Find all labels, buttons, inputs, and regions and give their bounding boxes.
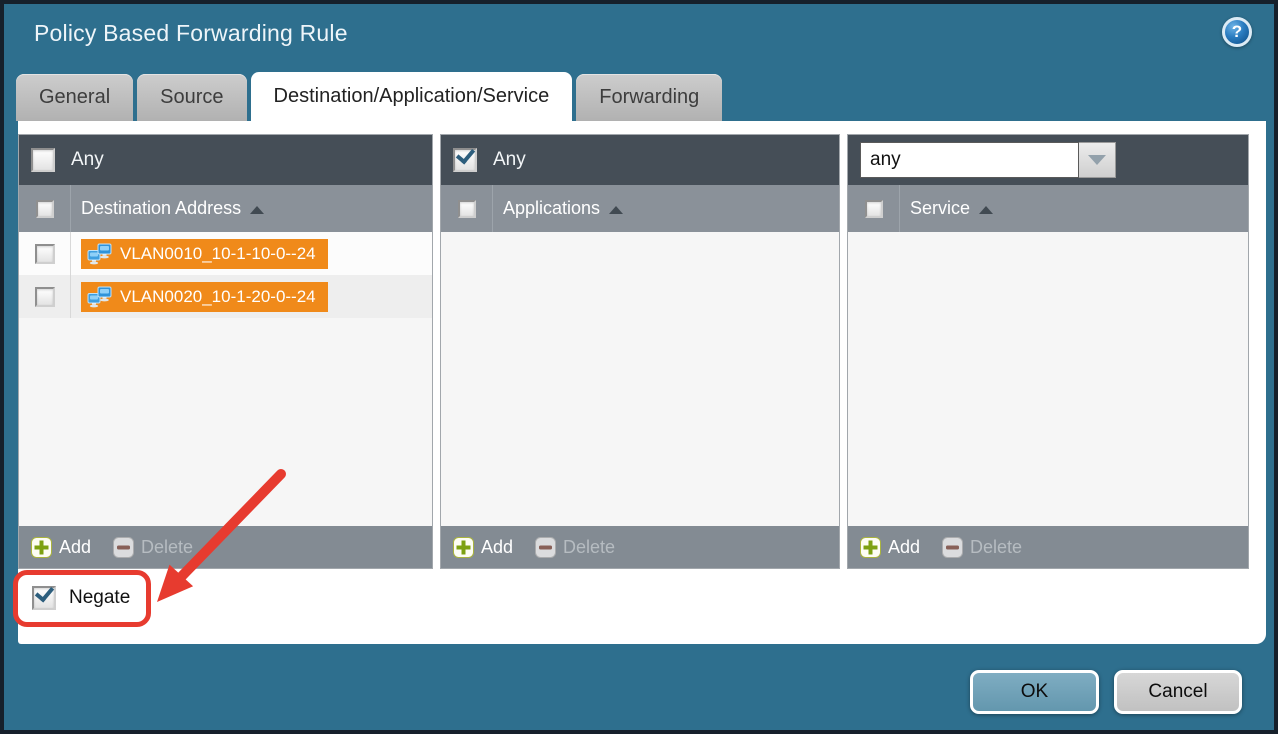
destination-row[interactable]: VLAN0010_10-1-10-0--24 [19,232,432,275]
service-dropdown-value[interactable]: any [860,142,1079,178]
tab-forwarding[interactable]: Forwarding [576,74,722,121]
tab-destination-application-service[interactable]: Destination/Application/Service [251,72,573,121]
destination-delete-button[interactable]: Delete [113,537,193,558]
applications-any-checkbox[interactable] [453,148,477,172]
delete-minus-icon [942,537,963,558]
service-delete-button[interactable]: Delete [942,537,1022,558]
service-panel: any Service [847,134,1249,569]
ok-button[interactable]: OK [970,670,1099,714]
service-list [848,232,1248,526]
tab-general[interactable]: General [16,74,133,121]
pbf-rule-dialog: Policy Based Forwarding Rule General Sou… [0,0,1278,734]
cancel-button[interactable]: Cancel [1114,670,1242,714]
applications-delete-button[interactable]: Delete [535,537,615,558]
sort-ascending-icon [979,206,993,214]
negate-label: Negate [69,587,130,609]
tab-bar: General Source Destination/Application/S… [16,72,722,121]
add-plus-icon [860,537,881,558]
destination-row-checkbox[interactable] [35,244,55,264]
delete-minus-icon [113,537,134,558]
negate-checkbox[interactable] [32,586,56,610]
destination-panel: Any Destination Address [18,134,433,569]
applications-column-header[interactable]: Applications [493,198,623,219]
help-icon[interactable] [1222,17,1252,47]
destination-any-label: Any [71,149,104,171]
delete-minus-icon [535,537,556,558]
destination-address-entry[interactable]: VLAN0010_10-1-10-0--24 [81,239,328,269]
destination-any-checkbox[interactable] [31,148,55,172]
destination-address-entry[interactable]: VLAN0020_10-1-20-0--24 [81,282,328,312]
address-group-icon [87,285,112,308]
destination-add-button[interactable]: Add [31,537,91,558]
service-select-all-checkbox[interactable] [865,200,883,218]
destination-row-checkbox[interactable] [35,287,55,307]
applications-list [441,232,839,526]
applications-panel: Any Applications A [440,134,840,569]
dialog-title: Policy Based Forwarding Rule [34,20,348,47]
destination-list: VLAN0010_10-1-10-0--24 [19,232,432,526]
tab-content-panel: Any Destination Address [18,121,1266,644]
tab-source[interactable]: Source [137,74,246,121]
service-add-button[interactable]: Add [860,537,920,558]
service-dropdown[interactable]: any [860,142,1116,178]
service-dropdown-button[interactable] [1079,142,1116,178]
chevron-down-icon [1088,155,1106,165]
applications-any-label: Any [493,149,526,171]
applications-select-all-checkbox[interactable] [458,200,476,218]
sort-ascending-icon [609,206,623,214]
add-plus-icon [31,537,52,558]
add-plus-icon [453,537,474,558]
destination-column-header[interactable]: Destination Address [71,198,264,219]
applications-add-button[interactable]: Add [453,537,513,558]
destination-select-all-checkbox[interactable] [36,200,54,218]
sort-ascending-icon [250,206,264,214]
service-column-header[interactable]: Service [900,198,993,219]
address-group-icon [87,242,112,265]
destination-row[interactable]: VLAN0020_10-1-20-0--24 [19,275,432,318]
